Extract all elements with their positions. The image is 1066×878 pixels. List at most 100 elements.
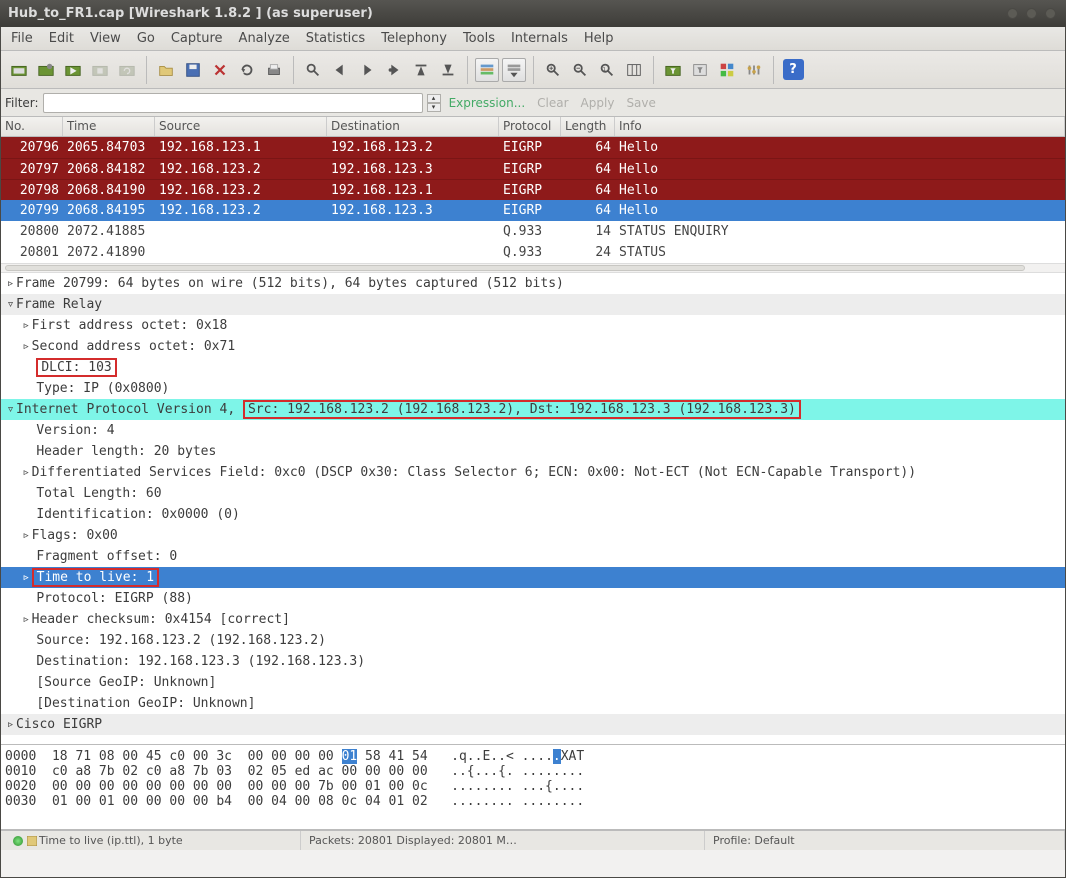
detail-source-geoip[interactable]: [Source GeoIP: Unknown] bbox=[1, 672, 1065, 693]
menu-tools[interactable]: Tools bbox=[463, 31, 495, 46]
col-no[interactable]: No. bbox=[1, 117, 63, 136]
packet-list-header[interactable]: No. Time Source Destination Protocol Len… bbox=[1, 117, 1065, 137]
menu-file[interactable]: File bbox=[11, 31, 33, 46]
autoscroll-icon[interactable] bbox=[502, 58, 526, 82]
detail-destination[interactable]: Destination: 192.168.123.3 (192.168.123.… bbox=[1, 651, 1065, 672]
open-file-icon[interactable] bbox=[154, 58, 178, 82]
coloring-rules-icon[interactable] bbox=[715, 58, 739, 82]
packet-row[interactable]: 208002072.41885Q.93314STATUS ENQUIRY bbox=[1, 221, 1065, 242]
menu-go[interactable]: Go bbox=[137, 31, 155, 46]
toolbar: 1 ? bbox=[1, 51, 1065, 89]
col-protocol[interactable]: Protocol bbox=[499, 117, 561, 136]
window-minimize-button[interactable] bbox=[1007, 8, 1018, 19]
detail-frame[interactable]: ▹Frame 20799: 64 bytes on wire (512 bits… bbox=[1, 273, 1065, 294]
menu-telephony[interactable]: Telephony bbox=[381, 31, 447, 46]
packet-row[interactable]: 207982068.84190192.168.123.2192.168.123.… bbox=[1, 179, 1065, 200]
detail-dlci[interactable]: DLCI: 103 bbox=[1, 357, 1065, 378]
detail-total-length[interactable]: Total Length: 60 bbox=[1, 483, 1065, 504]
window-close-button[interactable] bbox=[1045, 8, 1056, 19]
go-back-icon[interactable] bbox=[328, 58, 352, 82]
packet-list-scrollbar[interactable] bbox=[1, 263, 1065, 273]
menu-capture[interactable]: Capture bbox=[171, 31, 223, 46]
stop-capture-icon[interactable] bbox=[88, 58, 112, 82]
go-last-icon[interactable] bbox=[436, 58, 460, 82]
menu-edit[interactable]: Edit bbox=[49, 31, 74, 46]
col-time[interactable]: Time bbox=[63, 117, 155, 136]
title-bar: Hub_to_FR1.cap [Wireshark 1.8.2 ] (as su… bbox=[0, 0, 1066, 27]
start-capture-icon[interactable] bbox=[61, 58, 85, 82]
zoom-out-icon[interactable] bbox=[568, 58, 592, 82]
filter-label: Filter: bbox=[5, 96, 39, 110]
capture-filters-icon[interactable] bbox=[661, 58, 685, 82]
colorize-icon[interactable] bbox=[475, 58, 499, 82]
interfaces-icon[interactable] bbox=[7, 58, 31, 82]
zoom-100-icon[interactable]: 1 bbox=[595, 58, 619, 82]
filter-save-button[interactable]: Save bbox=[626, 96, 655, 110]
status-field: Time to live (ip.ttl), 1 byte bbox=[39, 834, 183, 847]
reload-icon[interactable] bbox=[235, 58, 259, 82]
status-packets: Packets: 20801 Displayed: 20801 M… bbox=[309, 834, 517, 847]
expert-info-led[interactable] bbox=[13, 836, 23, 846]
detail-first-octet[interactable]: ▹First address octet: 0x18 bbox=[1, 315, 1065, 336]
detail-frame-relay[interactable]: ▿Frame Relay bbox=[1, 294, 1065, 315]
packet-row[interactable]: 207992068.84195192.168.123.2192.168.123.… bbox=[1, 200, 1065, 221]
col-length[interactable]: Length bbox=[561, 117, 615, 136]
packet-list[interactable]: 207962065.84703192.168.123.1192.168.123.… bbox=[1, 137, 1065, 263]
menu-bar: File Edit View Go Capture Analyze Statis… bbox=[1, 27, 1065, 51]
packet-details[interactable]: ▹Frame 20799: 64 bytes on wire (512 bits… bbox=[1, 273, 1065, 745]
find-icon[interactable] bbox=[301, 58, 325, 82]
status-bar: Time to live (ip.ttl), 1 byte Packets: 2… bbox=[1, 830, 1065, 850]
filter-clear-button[interactable]: Clear bbox=[537, 96, 568, 110]
menu-view[interactable]: View bbox=[90, 31, 121, 46]
filter-spinner[interactable]: ▴▾ bbox=[427, 94, 441, 112]
detail-fr-type[interactable]: Type: IP (0x0800) bbox=[1, 378, 1065, 399]
col-info[interactable]: Info bbox=[615, 117, 1065, 136]
filter-expression-button[interactable]: Expression... bbox=[449, 96, 526, 110]
detail-second-octet[interactable]: ▹Second address octet: 0x71 bbox=[1, 336, 1065, 357]
restart-capture-icon[interactable] bbox=[115, 58, 139, 82]
filter-input[interactable] bbox=[43, 93, 423, 113]
col-source[interactable]: Source bbox=[155, 117, 327, 136]
window-maximize-button[interactable] bbox=[1026, 8, 1037, 19]
resize-columns-icon[interactable] bbox=[622, 58, 646, 82]
detail-protocol[interactable]: Protocol: EIGRP (88) bbox=[1, 588, 1065, 609]
zoom-in-icon[interactable] bbox=[541, 58, 565, 82]
hex-dump[interactable]: 0000 18 71 08 00 45 c0 00 3c 00 00 00 00… bbox=[1, 745, 1065, 830]
help-icon[interactable]: ? bbox=[781, 58, 805, 82]
close-file-icon[interactable] bbox=[208, 58, 232, 82]
preferences-icon[interactable] bbox=[742, 58, 766, 82]
menu-analyze[interactable]: Analyze bbox=[239, 31, 290, 46]
packet-row[interactable]: 207972068.84182192.168.123.2192.168.123.… bbox=[1, 158, 1065, 179]
display-filters-icon[interactable] bbox=[688, 58, 712, 82]
detail-flags[interactable]: ▹Flags: 0x00 bbox=[1, 525, 1065, 546]
detail-checksum[interactable]: ▹Header checksum: 0x4154 [correct] bbox=[1, 609, 1065, 630]
status-profile[interactable]: Profile: Default bbox=[713, 834, 795, 847]
detail-ipv4[interactable]: ▿Internet Protocol Version 4, Src: 192.1… bbox=[1, 399, 1065, 420]
go-first-icon[interactable] bbox=[409, 58, 433, 82]
detail-version[interactable]: Version: 4 bbox=[1, 420, 1065, 441]
filter-apply-button[interactable]: Apply bbox=[581, 96, 615, 110]
note-icon bbox=[27, 836, 37, 846]
filter-bar: Filter: ▴▾ Expression... Clear Apply Sav… bbox=[1, 89, 1065, 117]
menu-internals[interactable]: Internals bbox=[511, 31, 568, 46]
save-icon[interactable] bbox=[181, 58, 205, 82]
options-icon[interactable] bbox=[34, 58, 58, 82]
print-icon[interactable] bbox=[262, 58, 286, 82]
detail-eigrp[interactable]: ▹Cisco EIGRP bbox=[1, 714, 1065, 735]
detail-fragment-offset[interactable]: Fragment offset: 0 bbox=[1, 546, 1065, 567]
detail-dest-geoip[interactable]: [Destination GeoIP: Unknown] bbox=[1, 693, 1065, 714]
detail-source[interactable]: Source: 192.168.123.2 (192.168.123.2) bbox=[1, 630, 1065, 651]
menu-statistics[interactable]: Statistics bbox=[306, 31, 365, 46]
go-to-packet-icon[interactable] bbox=[382, 58, 406, 82]
packet-row[interactable]: 207962065.84703192.168.123.1192.168.123.… bbox=[1, 137, 1065, 158]
detail-identification[interactable]: Identification: 0x0000 (0) bbox=[1, 504, 1065, 525]
detail-header-length[interactable]: Header length: 20 bytes bbox=[1, 441, 1065, 462]
detail-ttl[interactable]: ▹Time to live: 1 bbox=[1, 567, 1065, 588]
packet-row[interactable]: 208012072.41890Q.93324STATUS bbox=[1, 242, 1065, 263]
detail-diffserv[interactable]: ▹Differentiated Services Field: 0xc0 (DS… bbox=[1, 462, 1065, 483]
menu-help[interactable]: Help bbox=[584, 31, 614, 46]
svg-text:1: 1 bbox=[603, 66, 606, 72]
go-forward-icon[interactable] bbox=[355, 58, 379, 82]
window-title: Hub_to_FR1.cap [Wireshark 1.8.2 ] (as su… bbox=[8, 6, 373, 21]
col-destination[interactable]: Destination bbox=[327, 117, 499, 136]
